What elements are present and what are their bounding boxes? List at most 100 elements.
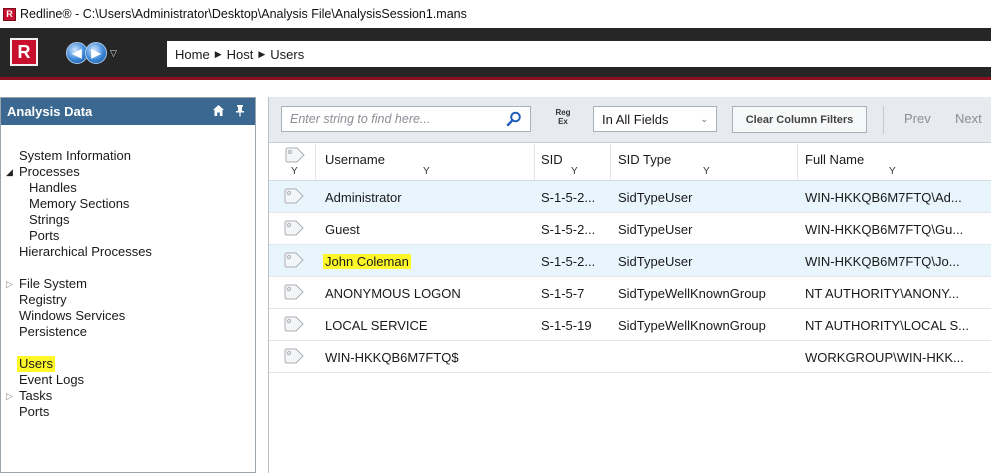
search-box[interactable] — [281, 106, 531, 132]
table-header: Y Username Y SID Y SID Type Y Full Name … — [269, 144, 991, 181]
tree-item-label: Persistence — [19, 324, 87, 339]
nav-history-dropdown-icon[interactable]: ▽ — [110, 48, 117, 59]
filter-icon[interactable]: Y — [889, 166, 896, 177]
tree-item-ports[interactable]: Ports — [1, 228, 255, 244]
collapsed-arrow-icon[interactable]: ▷ — [6, 388, 19, 404]
column-header-sid[interactable]: SID — [541, 152, 563, 167]
tree-item-strings[interactable]: Strings — [1, 212, 255, 228]
tree-item-label: System Information — [19, 148, 131, 163]
next-page-button[interactable]: Next — [955, 111, 982, 126]
tag-icon[interactable] — [284, 316, 304, 332]
tree-item-label: Memory Sections — [29, 196, 130, 211]
filter-icon[interactable]: Y — [291, 166, 298, 177]
cell-username: LOCAL SERVICE — [325, 318, 428, 333]
pin-icon[interactable] — [235, 104, 245, 117]
panel-header: Analysis Data — [1, 98, 255, 125]
expanded-arrow-icon[interactable]: ◢ — [6, 164, 19, 180]
tag-icon[interactable] — [284, 252, 304, 268]
table-row[interactable]: LOCAL SERVICE S-1-5-19 SidTypeWellKnownG… — [269, 309, 991, 341]
cell-sid-type: SidTypeUser — [618, 254, 693, 269]
forward-button[interactable]: ▶ — [85, 42, 107, 64]
cell-sid: S-1-5-19 — [541, 318, 592, 333]
tree-item-label: Hierarchical Processes — [19, 244, 152, 259]
breadcrumb-separator-icon: ▶ — [258, 48, 266, 59]
search-icon[interactable] — [506, 111, 522, 127]
tag-icon[interactable] — [284, 348, 304, 364]
tree-item-persistence[interactable]: Persistence — [1, 324, 255, 340]
table-row[interactable]: Administrator S-1-5-2... SidTypeUser WIN… — [269, 181, 991, 213]
column-header-username[interactable]: Username — [325, 152, 385, 167]
clear-column-filters-button[interactable]: Clear Column Filters — [732, 106, 867, 133]
column-separator[interactable] — [534, 144, 535, 181]
cell-username: Administrator — [325, 190, 402, 205]
collapsed-arrow-icon[interactable]: ▷ — [6, 276, 19, 292]
tag-icon[interactable] — [284, 188, 304, 204]
tree-item-label: Strings — [29, 212, 70, 227]
tree-item-windows-services[interactable]: Windows Services — [1, 308, 255, 324]
tree-item-users[interactable]: Users — [1, 356, 255, 372]
window-title: Redline® - C:\Users\Administrator\Deskto… — [20, 7, 467, 21]
tree-item-system-information[interactable]: System Information — [1, 148, 255, 164]
users-table: Y Username Y SID Y SID Type Y Full Name … — [269, 144, 991, 373]
navigation-buttons: ◀ ▶ ▽ — [66, 41, 117, 65]
filter-icon[interactable]: Y — [571, 166, 578, 177]
regex-toggle-button[interactable]: Reg Ex — [552, 108, 574, 130]
tag-icon[interactable] — [284, 220, 304, 236]
breadcrumb-users[interactable]: Users — [270, 47, 304, 62]
tree-item-label: Event Logs — [19, 372, 85, 387]
tree-item-hierarchical-processes[interactable]: Hierarchical Processes — [1, 244, 255, 260]
redline-app-icon: R — [3, 7, 16, 21]
field-scope-select[interactable]: In All Fields ⌄ — [593, 106, 717, 132]
filter-icon[interactable]: Y — [703, 166, 710, 177]
tree-item-label: Ports — [19, 404, 50, 419]
redline-logo-icon[interactable]: R — [10, 38, 38, 66]
tree-item-tasks[interactable]: ▷ Tasks — [1, 388, 255, 404]
column-header-full-name[interactable]: Full Name — [805, 152, 864, 167]
cell-sid-type: SidTypeUser — [618, 190, 693, 205]
results-panel: Reg Ex In All Fields ⌄ Clear Column Filt… — [268, 97, 991, 473]
cell-sid-type: SidTypeWellKnownGroup — [618, 318, 766, 333]
table-row[interactable]: ANONYMOUS LOGON S-1-5-7 SidTypeWellKnown… — [269, 277, 991, 309]
tree-item-label: Users — [17, 356, 55, 372]
cell-full-name: WIN-HKKQB6M7FTQ\Ad... — [805, 190, 962, 205]
tree-item-label: Processes — [19, 164, 80, 179]
search-input[interactable] — [290, 112, 495, 126]
table-row[interactable]: John Coleman S-1-5-2... SidTypeUser WIN-… — [269, 245, 991, 277]
window-titlebar: R Redline® - C:\Users\Administrator\Desk… — [0, 0, 991, 28]
tree-item-ports-root[interactable]: Ports — [1, 404, 255, 420]
tree-item-file-system[interactable]: ▷ File System — [1, 276, 255, 292]
breadcrumb-separator-icon: ▶ — [214, 48, 222, 59]
breadcrumb-home[interactable]: Home — [175, 47, 210, 62]
tag-column-icon[interactable] — [285, 147, 305, 163]
column-separator[interactable] — [610, 144, 611, 181]
tree-item-label: Registry — [19, 292, 67, 307]
home-icon[interactable] — [212, 104, 225, 117]
tree-item-event-logs[interactable]: Event Logs — [1, 372, 255, 388]
cell-sid-type: SidTypeUser — [618, 222, 693, 237]
cell-sid: S-1-5-2... — [541, 222, 596, 237]
column-separator[interactable] — [315, 144, 316, 181]
cell-username: John Coleman — [323, 254, 411, 269]
table-row[interactable]: WIN-HKKQB6M7FTQ$ WORKGROUP\WIN-HKK... — [269, 341, 991, 373]
filter-bar: Reg Ex In All Fields ⌄ Clear Column Filt… — [269, 97, 991, 143]
tree-item-label: Tasks — [19, 388, 53, 403]
cell-full-name: NT AUTHORITY\LOCAL S... — [805, 318, 969, 333]
filter-icon[interactable]: Y — [423, 166, 430, 177]
cell-username: WIN-HKKQB6M7FTQ$ — [325, 350, 459, 365]
column-separator[interactable] — [797, 144, 798, 181]
analysis-tree: System Information ◢ Processes Handles Me… — [1, 125, 255, 420]
prev-page-button[interactable]: Prev — [904, 111, 931, 126]
tree-item-handles[interactable]: Handles — [1, 180, 255, 196]
toolbar-divider — [883, 106, 884, 134]
tree-item-processes[interactable]: ◢ Processes — [1, 164, 255, 180]
tree-item-registry[interactable]: Registry — [1, 292, 255, 308]
cell-username: Guest — [325, 222, 360, 237]
breadcrumb-host[interactable]: Host — [227, 47, 254, 62]
chevron-down-icon: ⌄ — [700, 114, 708, 124]
table-row[interactable]: Guest S-1-5-2... SidTypeUser WIN-HKKQB6M… — [269, 213, 991, 245]
tree-item-label: Windows Services — [19, 308, 126, 323]
column-header-sid-type[interactable]: SID Type — [618, 152, 671, 167]
tree-item-memory-sections[interactable]: Memory Sections — [1, 196, 255, 212]
tag-icon[interactable] — [284, 284, 304, 300]
